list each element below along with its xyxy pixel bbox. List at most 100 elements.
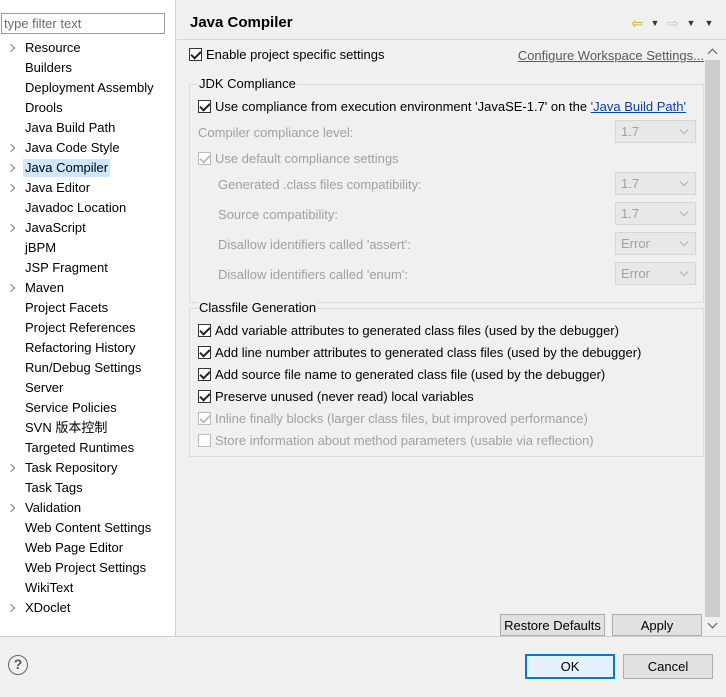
apply-button[interactable]: Apply — [612, 614, 702, 636]
tree-item-label: SVN 版本控制 — [25, 420, 108, 435]
add-source-file-name[interactable]: Add source file name to generated class … — [198, 367, 605, 382]
generated-compat-combo[interactable]: 1.7 — [615, 172, 696, 195]
expand-arrow-icon[interactable] — [6, 218, 16, 238]
add-line-numbers-label: Add line number attributes to generated … — [215, 345, 642, 360]
tree-item[interactable]: JavaScript — [0, 218, 176, 238]
preserve-unused-locals[interactable]: Preserve unused (never read) local varia… — [198, 389, 474, 404]
enum-identifier-combo[interactable]: Error — [615, 262, 696, 285]
tree-item-label: Web Project Settings — [25, 560, 147, 575]
add-source-file-name-checkbox[interactable] — [198, 368, 211, 381]
enable-project-settings[interactable]: Enable project specific settings — [189, 47, 384, 62]
tree-item[interactable]: Project Facets — [0, 298, 176, 318]
cancel-button[interactable]: Cancel — [623, 654, 713, 679]
add-variable-attributes[interactable]: Add variable attributes to generated cla… — [198, 323, 619, 338]
expand-arrow-icon[interactable] — [6, 278, 16, 298]
tree-item[interactable]: Builders — [0, 58, 176, 78]
use-default-compliance-checkbox[interactable] — [198, 152, 211, 165]
tree-item-label: Server — [25, 380, 64, 395]
back-arrow-icon[interactable]: ⇦ — [630, 15, 644, 31]
tree-item[interactable]: Server — [0, 378, 176, 398]
expand-arrow-icon[interactable] — [6, 158, 16, 178]
tree-item[interactable]: Drools — [0, 98, 176, 118]
scroll-thumb[interactable] — [705, 60, 720, 617]
java-build-path-link[interactable]: 'Java Build Path' — [591, 99, 686, 114]
tree-item[interactable]: Javadoc Location — [0, 198, 176, 218]
expand-arrow-icon[interactable] — [6, 598, 16, 618]
view-menu-icon[interactable]: ▼ — [702, 15, 716, 31]
expand-arrow-icon[interactable] — [6, 498, 16, 518]
help-icon[interactable]: ? — [8, 655, 28, 675]
restore-defaults-button[interactable]: Restore Defaults — [500, 614, 605, 636]
tree-item-label: Deployment Assembly — [25, 80, 154, 95]
expand-arrow-icon[interactable] — [6, 38, 16, 58]
scroll-down-icon[interactable] — [704, 617, 721, 634]
forward-dropdown-icon[interactable]: ▼ — [684, 15, 698, 31]
add-line-numbers[interactable]: Add line number attributes to generated … — [198, 345, 641, 360]
settings-content: JDK Compliance Use compliance from execu… — [189, 68, 704, 636]
enum-identifier-label: Disallow identifiers called 'enum': — [218, 267, 408, 282]
tree-item[interactable]: Web Project Settings — [0, 558, 176, 578]
tree-item[interactable]: Java Build Path — [0, 118, 176, 138]
back-dropdown-icon[interactable]: ▼ — [648, 15, 662, 31]
tree-item[interactable]: Web Content Settings — [0, 518, 176, 538]
filter-input[interactable] — [2, 14, 164, 33]
compliance-level-combo[interactable]: 1.7 — [615, 120, 696, 143]
preserve-unused-locals-checkbox[interactable] — [198, 390, 211, 403]
tree-item[interactable]: Validation — [0, 498, 176, 518]
configure-workspace-link[interactable]: Configure Workspace Settings... — [518, 48, 704, 63]
history-nav: ⇦ ▼ ⇨ ▼ ▼ — [630, 15, 716, 31]
tree-item[interactable]: XDoclet — [0, 598, 176, 618]
tree-item-label: Run/Debug Settings — [25, 360, 142, 375]
tree-item[interactable]: Project References — [0, 318, 176, 338]
store-method-params[interactable]: Store information about method parameter… — [198, 433, 594, 448]
tree-item[interactable]: SVN 版本控制 — [0, 418, 176, 438]
ok-button[interactable]: OK — [525, 654, 615, 679]
filter-field[interactable] — [1, 13, 165, 34]
tree-item-label: Service Policies — [25, 400, 117, 415]
tree-item[interactable]: Service Policies — [0, 398, 176, 418]
tree-item-label: Web Content Settings — [25, 520, 152, 535]
inline-finally-blocks-checkbox[interactable] — [198, 412, 211, 425]
tree-item[interactable]: Task Tags — [0, 478, 176, 498]
preference-tree-pane: Resource Builders Deployment Assembly Drool… — [0, 0, 176, 636]
tree-item[interactable]: Java Editor — [0, 178, 176, 198]
compliance-level-label: Compiler compliance level: — [198, 125, 354, 140]
add-line-numbers-checkbox[interactable] — [198, 346, 211, 359]
preference-tree: Resource Builders Deployment Assembly Drool… — [0, 38, 176, 618]
use-env-compliance-label: Use compliance from execution environmen… — [215, 99, 591, 114]
assert-identifier-combo[interactable]: Error — [615, 232, 696, 255]
expand-arrow-icon[interactable] — [6, 138, 16, 158]
scroll-up-icon[interactable] — [704, 43, 721, 60]
tree-item[interactable]: JSP Fragment — [0, 258, 176, 278]
use-env-compliance-checkbox[interactable] — [198, 100, 211, 113]
inline-finally-blocks[interactable]: Inline finally blocks (larger class file… — [198, 411, 588, 426]
expand-arrow-icon[interactable] — [6, 178, 16, 198]
store-method-params-label: Store information about method parameter… — [215, 433, 594, 448]
tree-item[interactable]: Maven — [0, 278, 176, 298]
tree-item[interactable]: WikiText — [0, 578, 176, 598]
tree-item-label: Javadoc Location — [25, 200, 127, 215]
store-method-params-checkbox[interactable] — [198, 434, 211, 447]
tree-item[interactable]: Web Page Editor — [0, 538, 176, 558]
tree-item[interactable]: Refactoring History — [0, 338, 176, 358]
vertical-scrollbar[interactable] — [704, 43, 721, 634]
use-default-compliance[interactable]: Use default compliance settings — [198, 151, 399, 166]
tree-item[interactable]: Resource — [0, 38, 176, 58]
tree-item[interactable]: Task Repository — [0, 458, 176, 478]
tree-item-label: Task Repository — [25, 460, 118, 475]
use-env-compliance[interactable]: Use compliance from execution environmen… — [198, 99, 686, 114]
source-compat-combo[interactable]: 1.7 — [615, 202, 696, 225]
expand-arrow-icon[interactable] — [6, 458, 16, 478]
tree-item[interactable]: Targeted Runtimes — [0, 438, 176, 458]
generated-compat-label: Generated .class files compatibility: — [218, 177, 422, 192]
tree-item[interactable]: Java Code Style — [0, 138, 176, 158]
add-variable-attributes-checkbox[interactable] — [198, 324, 211, 337]
tree-item[interactable]: Run/Debug Settings — [0, 358, 176, 378]
assert-identifier-label: Disallow identifiers called 'assert': — [218, 237, 411, 252]
tree-item[interactable]: jBPM — [0, 238, 176, 258]
tree-item[interactable]: Java Compiler — [0, 158, 176, 178]
enable-project-settings-checkbox[interactable] — [189, 48, 202, 61]
tree-item-label: Web Page Editor — [25, 540, 124, 555]
tree-item[interactable]: Deployment Assembly — [0, 78, 176, 98]
forward-arrow-icon[interactable]: ⇨ — [666, 15, 680, 31]
